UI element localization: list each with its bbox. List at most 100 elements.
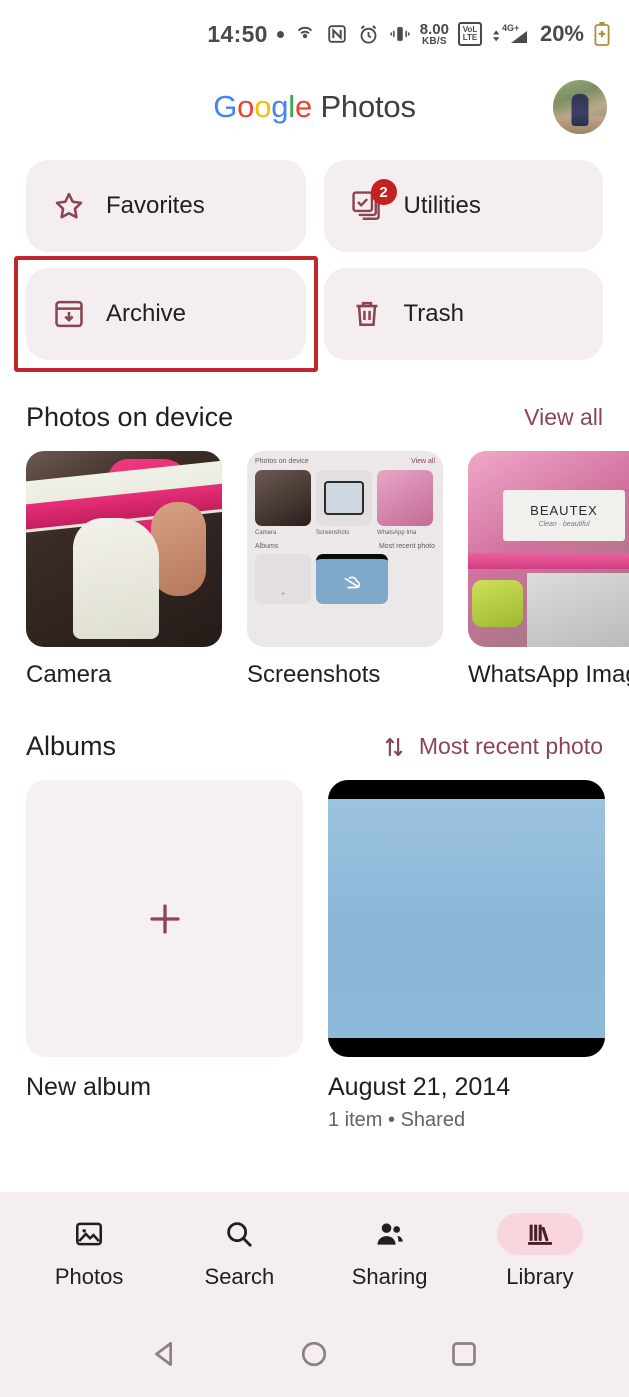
photo-shape-card [526, 572, 629, 647]
product-brand: BEAUTEX [530, 503, 598, 519]
album-new[interactable]: New album [26, 780, 303, 1132]
nav-pill-active [496, 1212, 583, 1255]
nested-caption: Screenshots [316, 530, 350, 536]
status-dot-icon [276, 30, 284, 38]
utilities-icon: 2 [350, 179, 397, 223]
avatar-figure [571, 94, 589, 127]
battery-icon [593, 21, 611, 47]
archive-highlight-wrapper: Archive [14, 256, 318, 372]
camera-photo [26, 451, 222, 647]
bottom-navigation: Photos Search Sharing Library [0, 1192, 629, 1310]
nav-label: Search [204, 1263, 275, 1289]
nested-albums-label: Albums [255, 543, 279, 550]
nav-label: Sharing [351, 1263, 428, 1289]
quick-action-archive[interactable]: Archive [26, 268, 306, 360]
quick-action-favorites[interactable]: Favorites [26, 160, 306, 252]
search-icon [223, 1218, 255, 1250]
albums-sort-control[interactable]: Most recent photo [381, 733, 603, 760]
nested-album-tile [316, 554, 388, 604]
volte-icon: VoL LTE [457, 22, 482, 46]
quick-action-label: Favorites [106, 192, 205, 219]
status-bar: 14:50 8.00 KB/S VoL LTE 4G+ 20% [0, 0, 629, 68]
folder-thumbnail: Photos on device View all Camera Screens… [247, 451, 443, 647]
device-folder-screenshots[interactable]: Photos on device View all Camera Screens… [247, 451, 443, 689]
account-avatar[interactable] [553, 80, 607, 134]
nav-item-library[interactable]: Library [474, 1212, 606, 1290]
recents-square-icon[interactable] [447, 1337, 481, 1371]
product-label: BEAUTEX Clean · beautiful [503, 490, 625, 542]
photo-shape-green [471, 580, 523, 628]
quick-action-label: Utilities [403, 192, 481, 219]
svg-text:4G+: 4G+ [502, 23, 519, 33]
screenshot-photo: Photos on device View all Camera Screens… [247, 451, 443, 647]
nested-header: Photos on device View all [255, 458, 435, 465]
photo-shape-bar [468, 552, 629, 569]
nested-captions: Camera Screenshots WhatsApp Ima [255, 530, 435, 536]
plus-icon [144, 898, 186, 940]
signal-icon: 4G+ [491, 21, 531, 47]
album-august-21-2014[interactable]: August 21, 2014 1 item • Shared [328, 780, 605, 1132]
nested-new-album: + [255, 554, 311, 604]
nav-pill [347, 1213, 433, 1255]
home-circle-icon[interactable] [297, 1337, 331, 1371]
product-script: Clean · beautiful [538, 521, 590, 529]
photo-shape-dress [73, 517, 160, 640]
quick-action-label: Trash [403, 300, 464, 327]
album-title: New album [26, 1073, 152, 1101]
utilities-badge: 2 [370, 179, 397, 205]
photo-shape-arm [151, 501, 207, 597]
quick-action-label: Archive [106, 300, 187, 327]
nested-tile-screenshots [316, 470, 372, 526]
section-title: Albums [26, 731, 117, 761]
app-title-word: Photos [320, 89, 416, 124]
library-content: Favorites 2 Utilities Archive Trash Phot… [0, 146, 629, 1192]
nested-sort-label: Most recent photo [378, 543, 435, 550]
quick-actions-grid: Favorites 2 Utilities Archive Trash [0, 146, 629, 372]
quick-action-trash[interactable]: Trash [323, 268, 603, 360]
folder-thumbnail: BEAUTEX Clean · beautiful [468, 451, 629, 647]
people-icon [374, 1218, 406, 1250]
photo-icon [73, 1218, 105, 1250]
whatsapp-photo: BEAUTEX Clean · beautiful [468, 451, 629, 647]
nested-tile-inner [323, 480, 365, 516]
volte-bottom-label: LTE [462, 33, 478, 42]
nav-pill [196, 1213, 282, 1255]
view-all-link[interactable]: View all [524, 404, 603, 431]
back-triangle-icon[interactable] [148, 1337, 182, 1371]
photos-on-device-header: Photos on device View all [0, 360, 629, 433]
battery-percent-label: 20% [539, 21, 584, 46]
vibrate-icon [389, 23, 411, 45]
device-folders-row: Camera Photos on device View all Camera … [0, 433, 629, 689]
nav-pill [46, 1213, 132, 1255]
nav-item-search[interactable]: Search [173, 1213, 305, 1290]
nav-label: Library [506, 1263, 574, 1289]
data-rate-value: 8.00 [419, 20, 449, 38]
device-folder-camera[interactable]: Camera [26, 451, 222, 689]
nested-caption: Camera [255, 530, 277, 536]
sort-arrows-icon [381, 734, 407, 760]
folder-thumbnail [26, 451, 222, 647]
albums-sort-label: Most recent photo [418, 733, 603, 759]
folder-name: WhatsApp Images [468, 661, 629, 688]
section-title: Photos on device [26, 402, 234, 432]
nested-caption: WhatsApp Ima [377, 530, 417, 536]
device-folder-whatsapp[interactable]: BEAUTEX Clean · beautiful WhatsApp Image… [468, 451, 629, 689]
album-subtitle: 1 item • Shared [328, 1109, 466, 1131]
system-navigation-bar [0, 1310, 629, 1397]
nested-tiles [255, 470, 435, 526]
data-rate-unit: KB/S [422, 35, 447, 47]
quick-action-utilities[interactable]: 2 Utilities [323, 160, 603, 252]
nested-tile-camera [255, 470, 311, 526]
nav-item-photos[interactable]: Photos [23, 1213, 155, 1290]
status-time: 14:50 [207, 20, 268, 47]
nested-albums-header: Albums Most recent photo [255, 543, 435, 550]
folder-name: Screenshots [247, 661, 381, 688]
nested-title: Photos on device [255, 458, 309, 465]
cloud-off-icon [344, 576, 360, 588]
hotspot-icon [293, 22, 317, 46]
trash-icon [350, 297, 384, 331]
app-header: Google Photos [0, 68, 629, 146]
nav-item-sharing[interactable]: Sharing [324, 1213, 456, 1290]
album-title: August 21, 2014 [328, 1073, 511, 1101]
nav-label: Photos [54, 1263, 124, 1289]
